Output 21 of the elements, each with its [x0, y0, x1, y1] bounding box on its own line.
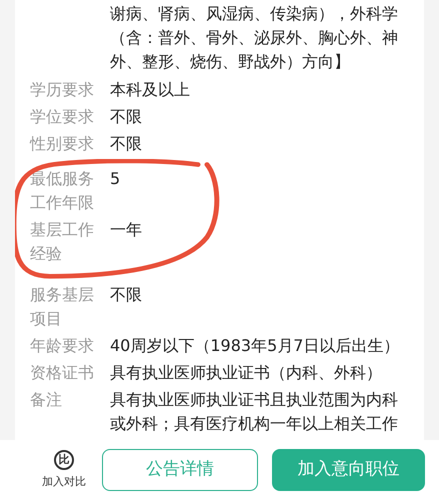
field-label: 服务基层项目 — [29, 284, 95, 330]
field-label: 学位要求 — [29, 106, 95, 128]
field-value: 40周岁以下（1983年5月7日以后出生） — [110, 335, 400, 357]
field-label: 学历要求 — [29, 79, 95, 101]
field-label: 性别要求 — [28, 133, 95, 155]
field-value: 本科及以上 — [110, 79, 191, 101]
field-value: 不限 — [110, 106, 143, 128]
field-label: 最低服务工作年限 — [29, 168, 95, 214]
compare-icon[interactable]: 比 — [54, 450, 74, 470]
field-label: 年龄要求 — [29, 335, 95, 357]
field-value: 具有执业医师执业证书且执业范围为内科或外科；具有医疗机构一年以上相关工作 — [110, 389, 399, 435]
field-value: 5 — [110, 168, 122, 190]
compare-label[interactable]: 加入对比 — [42, 474, 86, 490]
field-value: 一年 — [110, 219, 143, 241]
field-value: 具有执业医师执业证书（内科、外科） — [110, 362, 383, 384]
value-text: 谢病、肾病、风湿病、传染病），外科学（含：普外、骨外、泌尿外、胸心外、神外、整形、烧伤、野战外）方向】 — [110, 3, 399, 73]
field-value: 不限 — [110, 133, 143, 155]
field-label: 资格证书 — [29, 362, 95, 384]
field-label: 备注 — [29, 389, 63, 411]
field-value: 不限 — [110, 284, 143, 306]
field-label: 基层工作经验 — [29, 219, 95, 265]
